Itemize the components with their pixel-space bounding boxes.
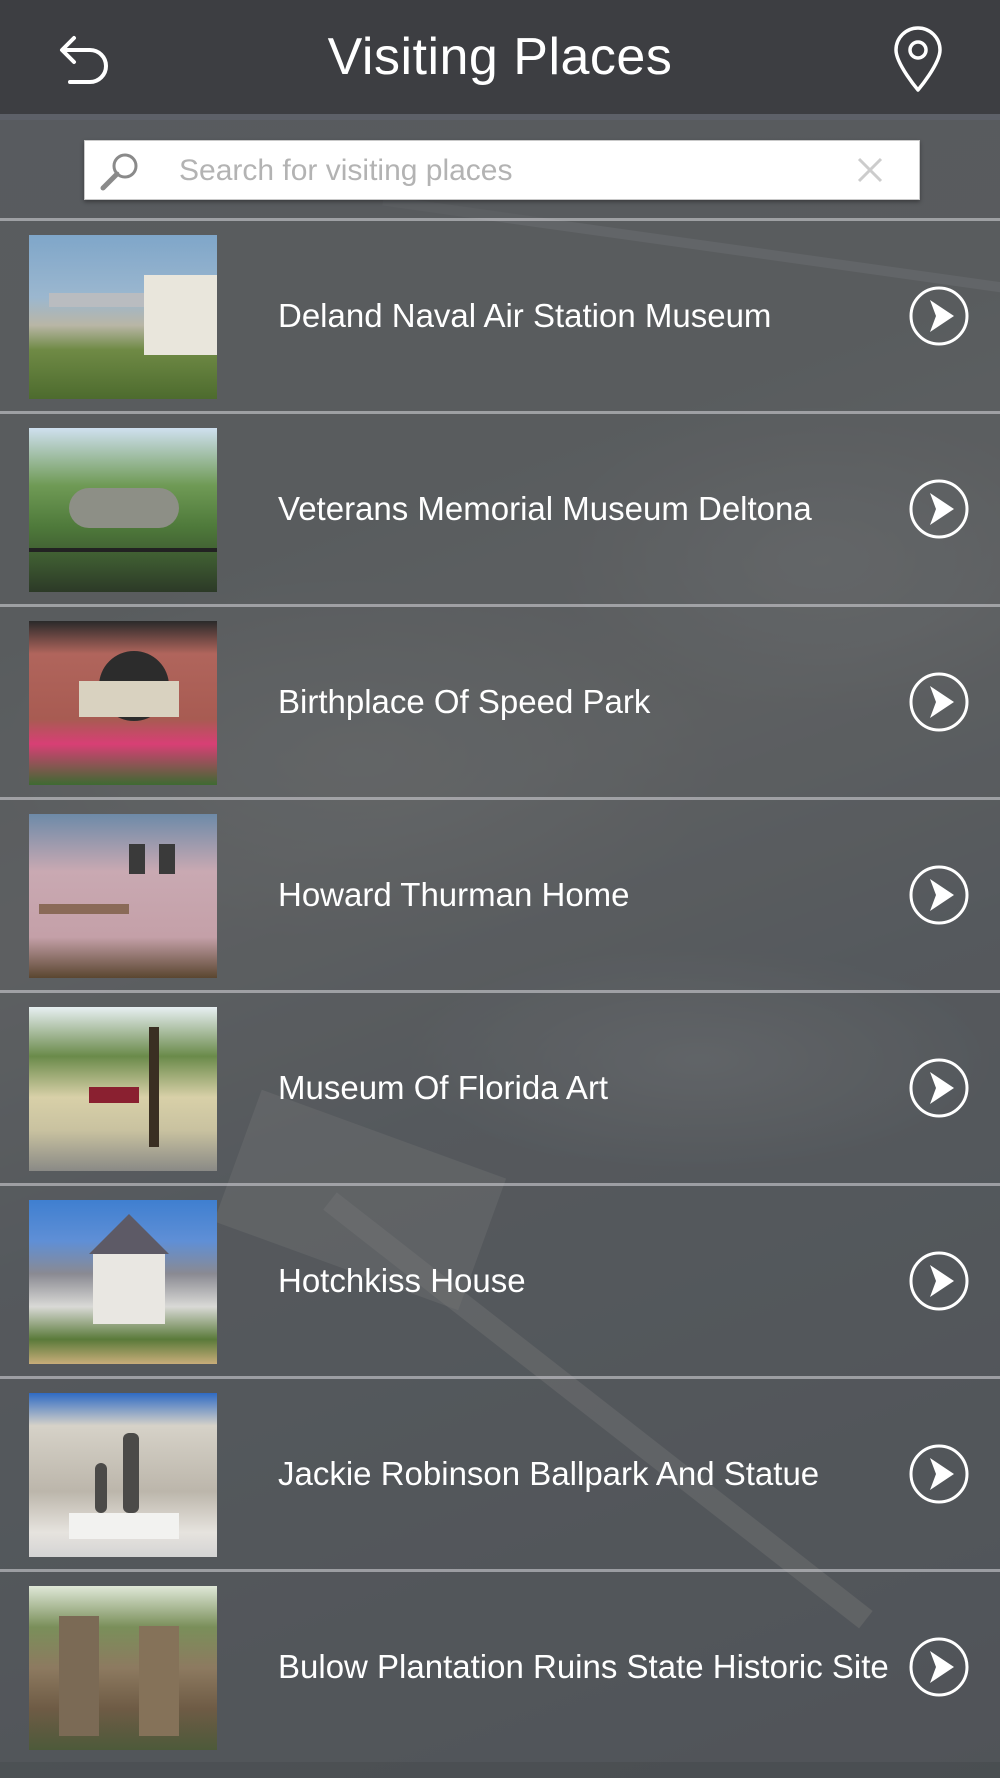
search-box[interactable] <box>84 140 920 200</box>
chevron-right-circle-icon[interactable] <box>908 285 970 347</box>
chevron-right-circle-icon[interactable] <box>908 1250 970 1312</box>
map-pin-icon <box>894 26 942 92</box>
chevron-right-circle-icon[interactable] <box>908 478 970 540</box>
list-item[interactable]: Bulow Plantation Ruins State Historic Si… <box>0 1569 1000 1762</box>
place-name: Museum Of Florida Art <box>278 1069 609 1106</box>
place-thumbnail <box>29 235 217 399</box>
chevron-right-circle-icon[interactable] <box>908 1443 970 1505</box>
list-item[interactable]: Veterans Memorial Museum Deltona <box>0 411 1000 604</box>
place-thumbnail <box>29 814 217 978</box>
list-item[interactable]: Birthplace Of Speed Park <box>0 604 1000 797</box>
page-title: Visiting Places <box>327 28 673 86</box>
place-name: Howard Thurman Home <box>278 876 630 913</box>
places-list: Deland Naval Air Station Museum Veterans… <box>0 218 1000 1762</box>
chevron-right-circle-icon[interactable] <box>908 671 970 733</box>
place-thumbnail <box>29 1393 217 1557</box>
chevron-right-circle-icon[interactable] <box>908 1057 970 1119</box>
place-name: Jackie Robinson Ballpark And Statue <box>278 1455 820 1492</box>
list-item[interactable]: Hotchkiss House <box>0 1183 1000 1376</box>
back-button[interactable] <box>50 28 114 92</box>
top-app-bar: Visiting Places <box>0 0 1000 120</box>
place-thumbnail <box>29 1200 217 1364</box>
list-item[interactable]: Jackie Robinson Ballpark And Statue <box>0 1376 1000 1569</box>
place-name: Veterans Memorial Museum Deltona <box>278 490 812 527</box>
list-item[interactable]: Howard Thurman Home <box>0 797 1000 990</box>
place-thumbnail <box>29 1586 217 1750</box>
chevron-right-circle-icon[interactable] <box>908 1636 970 1698</box>
location-button[interactable] <box>888 26 948 94</box>
place-name: Bulow Plantation Ruins State Historic Si… <box>278 1648 889 1685</box>
place-name: Deland Naval Air Station Museum <box>278 297 772 334</box>
chevron-right-circle-icon[interactable] <box>908 864 970 926</box>
place-thumbnail <box>29 1007 217 1171</box>
clear-search-icon[interactable] <box>855 155 885 185</box>
search-input[interactable] <box>177 149 821 193</box>
search-icon <box>100 153 138 191</box>
place-thumbnail <box>29 621 217 785</box>
place-name: Birthplace Of Speed Park <box>278 683 651 720</box>
place-name: Hotchkiss House <box>278 1262 526 1299</box>
back-arrow-icon <box>60 36 108 84</box>
place-thumbnail <box>29 428 217 592</box>
list-item[interactable]: Deland Naval Air Station Museum <box>0 218 1000 411</box>
list-item[interactable]: Museum Of Florida Art <box>0 990 1000 1183</box>
